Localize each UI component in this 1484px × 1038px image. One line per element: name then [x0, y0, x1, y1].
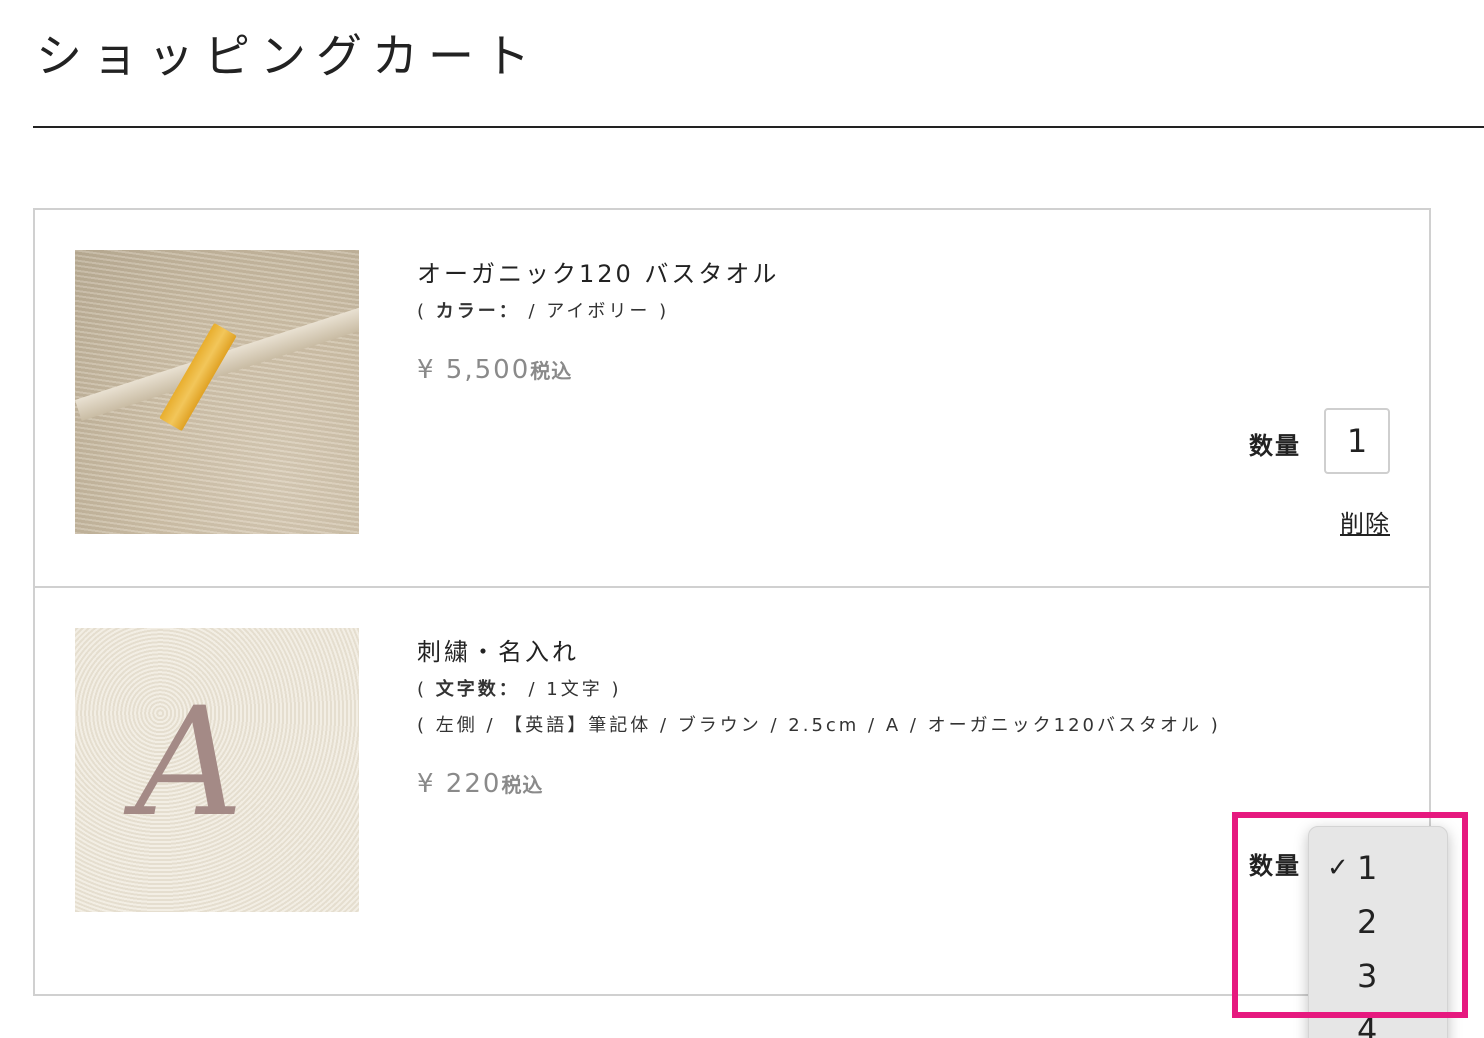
quantity-label: 数量: [1249, 432, 1301, 460]
title-divider: [33, 126, 1484, 128]
tax-label: 税込: [501, 773, 544, 797]
cart-item: オーガニック120 バスタオル ( カラー： / アイボリー ) ¥ 5,500…: [35, 210, 1429, 588]
quantity-label: 数量: [1249, 852, 1301, 880]
option-label: 文字数：: [435, 679, 520, 700]
item-price: ¥ 5,500税込: [417, 350, 779, 391]
option-number: 4: [1357, 1011, 1378, 1038]
option-number: 1: [1357, 849, 1378, 887]
item-detail: ( 左側 / 【英語】筆記体 / ブラウン / 2.5cm / A / オーガニ…: [417, 715, 1221, 736]
item-info: オーガニック120 バスタオル ( カラー： / アイボリー ) ¥ 5,500…: [417, 254, 779, 391]
check-icon: ✓: [1327, 853, 1349, 883]
option-number: 3: [1357, 957, 1378, 995]
quantity-option-4[interactable]: 4: [1309, 1003, 1447, 1038]
tax-label: 税込: [530, 359, 573, 383]
option-open-paren: (: [417, 679, 436, 700]
product-image-embroidery[interactable]: A: [75, 628, 359, 912]
quantity-option-1[interactable]: ✓ 1: [1309, 841, 1447, 895]
page-title: ショッピングカート: [36, 29, 540, 83]
option-number: 2: [1357, 903, 1378, 941]
monogram-decoration: A: [135, 676, 244, 850]
item-name[interactable]: 刺繍・名入れ: [417, 632, 1221, 672]
quantity-dropdown-menu: ✓ 1 2 3 4: [1308, 826, 1448, 1038]
option-open-paren: (: [417, 301, 436, 322]
option-value: / アイボリー: [528, 301, 651, 322]
price-value: ¥ 5,500: [417, 355, 531, 385]
shopping-cart-page: ショッピングカート オーガニック120 バスタオル ( カラー： / アイボリー…: [0, 0, 1484, 1038]
item-info: 刺繍・名入れ ( 文字数： / 1文字 ) ( 左側 / 【英語】筆記体 / ブ…: [417, 632, 1221, 805]
delete-link[interactable]: 削除: [1340, 504, 1390, 539]
cart-list: オーガニック120 バスタオル ( カラー： / アイボリー ) ¥ 5,500…: [33, 208, 1431, 996]
cart-item: A 刺繍・名入れ ( 文字数： / 1文字 ) ( 左側 / 【英語】筆記体 /…: [35, 588, 1429, 996]
quantity-option-2[interactable]: 2: [1309, 895, 1447, 949]
item-option: ( 文字数： / 1文字 ): [417, 672, 1221, 708]
option-close-paren: ): [650, 301, 670, 322]
price-value: ¥ 220: [417, 769, 502, 799]
option-value: / 1文字: [528, 679, 603, 700]
item-name[interactable]: オーガニック120 バスタオル: [417, 254, 779, 294]
item-option: ( カラー： / アイボリー ): [417, 294, 779, 330]
quantity-select[interactable]: 1: [1324, 408, 1390, 474]
option-label: カラー：: [435, 301, 520, 322]
option-close-paren: ): [602, 679, 622, 700]
product-image-bath-towel[interactable]: [75, 250, 359, 534]
quantity-option-3[interactable]: 3: [1309, 949, 1447, 1003]
item-price: ¥ 220税込: [417, 764, 1221, 805]
